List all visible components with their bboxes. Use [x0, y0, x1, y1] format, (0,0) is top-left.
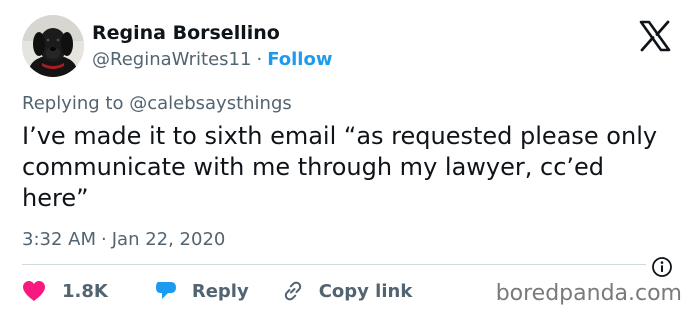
author-name[interactable]: Regina Borsellino	[92, 22, 280, 44]
copy-link-label: Copy link	[318, 280, 413, 302]
tweet-time: 3:32 AM	[22, 229, 96, 250]
tweet-timestamp[interactable]: 3:32 AM · Jan 22, 2020	[22, 229, 225, 250]
link-icon	[284, 281, 301, 301]
speech-bubble-icon	[155, 282, 176, 299]
follow-button[interactable]: Follow	[267, 49, 332, 70]
separator-dot: ·	[256, 49, 263, 70]
timestamp-separator: ·	[101, 229, 107, 250]
divider	[22, 264, 646, 265]
heart-icon	[23, 281, 45, 301]
tweet-date: Jan 22, 2020	[111, 229, 226, 250]
like-count: 1.8K	[62, 280, 108, 302]
reply-context: Replying to @calebsaysthings	[22, 93, 292, 114]
action-bar: 1.8K Reply Copy link	[22, 277, 412, 305]
tweet-text: I’ve made it to sixth email “as requeste…	[22, 122, 658, 212]
reply-label: Reply	[191, 280, 249, 302]
reply-context-prefix: Replying to	[22, 93, 124, 114]
avatar[interactable]	[22, 15, 84, 77]
copy-link-button[interactable]: Copy link	[281, 279, 413, 303]
author-handle[interactable]: @ReginaWrites11	[92, 49, 251, 70]
like-button[interactable]: 1.8K	[22, 280, 108, 302]
reply-mention-link[interactable]: @calebsaysthings	[129, 93, 292, 114]
author-handle-row: @ReginaWrites11 · Follow	[92, 49, 332, 70]
info-icon[interactable]	[651, 256, 673, 278]
reply-button[interactable]: Reply	[154, 279, 249, 303]
watermark-text: boredpanda.com	[495, 281, 682, 306]
x-logo-icon[interactable]	[638, 20, 672, 52]
dog-photo	[22, 15, 84, 77]
